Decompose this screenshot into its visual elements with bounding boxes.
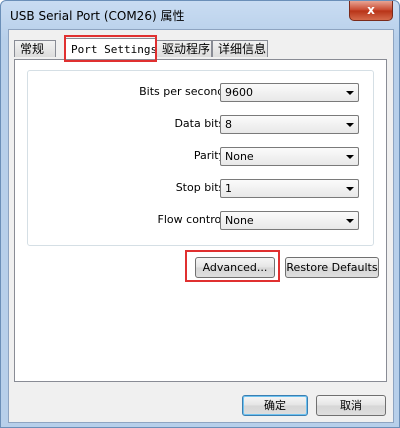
bits-per-second-select[interactable]: 9600 [220,83,359,102]
title-bar[interactable]: USB Serial Port (COM26) 属性 x [1,1,399,27]
chevron-down-icon [346,219,354,223]
parity-value: None [225,150,254,163]
chevron-down-icon [346,155,354,159]
bits-per-second-value: 9600 [225,86,253,99]
tab-details-label: 详细信息 [218,42,267,56]
data-bits-select[interactable]: 8 [220,115,359,134]
close-icon: x [367,3,375,17]
close-button[interactable]: x [349,1,393,21]
stop-bits-select[interactable]: 1 [220,179,359,198]
settings-group: Bits per second: 9600 Data bits: 8 Parit… [27,70,374,246]
dialog-client-area: 常规 Port Settings 驱动程序 详细信息 Bits per seco… [8,29,394,423]
tab-general[interactable]: 常规 [14,40,56,57]
ok-button[interactable]: 确定 [242,395,308,416]
tab-highlight-annotation [64,35,157,62]
stop-bits-value: 1 [225,182,232,195]
data-bits-value: 8 [225,118,232,131]
parity-select[interactable]: None [220,147,359,166]
restore-defaults-button[interactable]: Restore Defaults [285,257,379,278]
tab-driver-label: 驱动程序 [162,42,211,56]
tab-driver[interactable]: 驱动程序 [156,40,212,57]
flow-control-select[interactable]: None [220,211,359,230]
cancel-button[interactable]: 取消 [316,395,386,416]
chevron-down-icon [346,91,354,95]
bits-per-second-label: Bits per second: [139,85,228,98]
chevron-down-icon [346,123,354,127]
tab-general-label: 常规 [20,42,45,56]
chevron-down-icon [346,187,354,191]
properties-dialog: USB Serial Port (COM26) 属性 x 常规 Port Set… [0,0,400,428]
advanced-highlight-annotation [185,250,280,282]
flow-control-value: None [225,214,254,227]
tab-details[interactable]: 详细信息 [212,40,268,57]
flow-control-label: Flow control: [157,213,228,226]
port-settings-panel: Bits per second: 9600 Data bits: 8 Parit… [14,59,387,382]
window-title: USB Serial Port (COM26) 属性 [10,9,185,23]
